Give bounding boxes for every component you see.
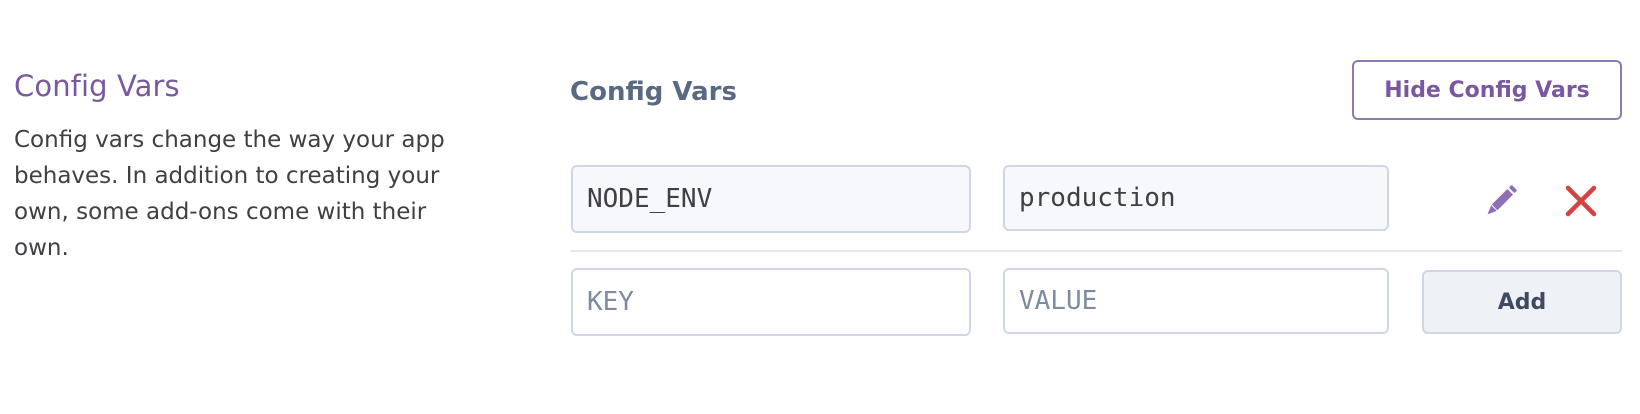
config-var-key-field[interactable]: [571, 165, 971, 233]
new-value-input[interactable]: [1003, 268, 1389, 334]
config-vars-title: Config Vars: [570, 77, 737, 107]
hide-config-vars-button[interactable]: Hide Config Vars: [1352, 60, 1622, 120]
close-icon: [1565, 185, 1597, 217]
section-heading: Config Vars: [14, 69, 180, 103]
add-config-var-button[interactable]: Add: [1422, 270, 1622, 334]
row-divider: [571, 250, 1622, 252]
config-vars-settings-page: Config Vars Config vars change the way y…: [0, 0, 1640, 414]
delete-config-var-button[interactable]: [1558, 178, 1604, 224]
new-key-input[interactable]: [571, 268, 971, 336]
section-intro: Config Vars Config vars change the way y…: [14, 66, 464, 266]
edit-config-var-button[interactable]: [1478, 178, 1524, 224]
pencil-icon: [1487, 185, 1517, 215]
section-description: Config vars change the way your app beha…: [14, 127, 445, 261]
config-var-value-field[interactable]: [1003, 165, 1389, 231]
